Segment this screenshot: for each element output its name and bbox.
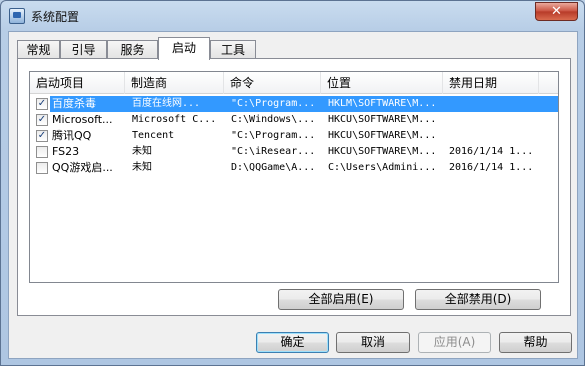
- cell-disabled-date: 2016/1/14 1...: [449, 162, 534, 173]
- cell-name: Microsoft...: [52, 113, 113, 126]
- system-config-window: 系统配置 ✕ 常规 引导 服务 启动 工具 启动项目 制造商 命令 位置 禁用日…: [0, 0, 585, 366]
- cell-name: QQ游戏启...: [52, 161, 113, 174]
- column-header-manufacturer[interactable]: 制造商: [125, 72, 224, 94]
- startup-item-row[interactable]: FS23 未知 "C:\iResear... HKCU\SOFTWARE\M... 20…: [30, 144, 558, 160]
- startup-item-checkbox[interactable]: ✓: [36, 98, 48, 110]
- cell-disabled-date: [449, 128, 539, 144]
- cell-name: 腾讯QQ: [52, 129, 92, 142]
- cell-command: "C:\Program...: [231, 98, 316, 109]
- cell-maker: Microsoft C...: [132, 114, 217, 125]
- cell-maker: 未知: [132, 146, 152, 157]
- cell-location: HKCU\SOFTWARE\M...: [328, 130, 437, 141]
- tab-tools[interactable]: 工具: [210, 40, 256, 59]
- tab-boot[interactable]: 引导: [60, 40, 107, 59]
- startup-item-checkbox[interactable]: ✓: [36, 130, 48, 142]
- column-header-location[interactable]: 位置: [321, 72, 443, 94]
- column-header-command[interactable]: 命令: [224, 72, 321, 94]
- close-button[interactable]: ✕: [535, 2, 578, 21]
- cancel-button[interactable]: 取消: [336, 332, 410, 353]
- startup-tab-panel: 启动项目 制造商 命令 位置 禁用日期 ✓ 百度杀毒 百度在线网... "C:\Pro…: [17, 58, 571, 316]
- startup-item-checkbox[interactable]: [36, 162, 48, 174]
- column-header-date-disabled[interactable]: 禁用日期: [443, 72, 539, 94]
- cell-location: HKCU\SOFTWARE\M...: [328, 146, 437, 157]
- cell-maker: 未知: [132, 162, 152, 173]
- title-bar[interactable]: 系统配置 ✕: [1, 1, 584, 31]
- startup-item-checkbox[interactable]: ✓: [36, 114, 48, 126]
- msconfig-app-icon: [9, 8, 25, 24]
- cell-command: "C:\iResear...: [231, 146, 316, 157]
- cell-disabled-date: [449, 96, 539, 112]
- ok-button[interactable]: 确定: [256, 332, 329, 353]
- startup-item-row[interactable]: ✓ Microsoft... Microsoft C... C:\Windows\..…: [30, 112, 558, 128]
- startup-item-checkbox[interactable]: [36, 146, 48, 158]
- window-title: 系统配置: [31, 10, 80, 24]
- cell-location: HKCU\SOFTWARE\M...: [328, 114, 437, 125]
- cell-name: FS23: [52, 145, 80, 158]
- column-header-startup-item[interactable]: 启动项目: [30, 72, 125, 94]
- disable-all-button[interactable]: 全部禁用(D): [415, 289, 541, 310]
- cell-name: 百度杀毒: [52, 97, 96, 110]
- cell-command: "C:\Program...: [231, 130, 316, 141]
- cell-command: C:\Windows\...: [231, 114, 316, 125]
- enable-all-button[interactable]: 全部启用(E): [278, 289, 404, 310]
- cell-disabled-date: 2016/1/14 1...: [449, 146, 534, 157]
- cell-maker: Tencent: [132, 130, 175, 141]
- startup-item-row[interactable]: QQ游戏启... 未知 D:\QQGame\A... C:\Users\Admini.…: [30, 160, 558, 176]
- tab-startup[interactable]: 启动: [158, 37, 210, 60]
- startup-items-list[interactable]: 启动项目 制造商 命令 位置 禁用日期 ✓ 百度杀毒 百度在线网... "C:\Pro…: [29, 71, 559, 283]
- cell-location: C:\Users\Admini...: [328, 162, 437, 173]
- help-button[interactable]: 帮助: [499, 332, 572, 353]
- cell-disabled-date: [449, 112, 539, 128]
- list-header: 启动项目 制造商 命令 位置 禁用日期: [30, 72, 558, 94]
- cell-command: D:\QQGame\A...: [231, 162, 316, 173]
- tab-general[interactable]: 常规: [17, 40, 60, 59]
- startup-item-row[interactable]: ✓ 腾讯QQ Tencent "C:\Program... HKCU\SOFTWARE\…: [30, 128, 558, 144]
- startup-item-row[interactable]: ✓ 百度杀毒 百度在线网... "C:\Program... HKLM\SOFTWARE…: [30, 96, 558, 112]
- tab-services[interactable]: 服务: [107, 40, 158, 59]
- cell-location: HKLM\SOFTWARE\M...: [328, 98, 437, 109]
- cell-maker: 百度在线网...: [132, 98, 201, 109]
- dialog-body: 常规 引导 服务 启动 工具 启动项目 制造商 命令 位置 禁用日期 ✓ 百度杀毒…: [8, 31, 578, 359]
- apply-button[interactable]: 应用(A): [418, 332, 491, 353]
